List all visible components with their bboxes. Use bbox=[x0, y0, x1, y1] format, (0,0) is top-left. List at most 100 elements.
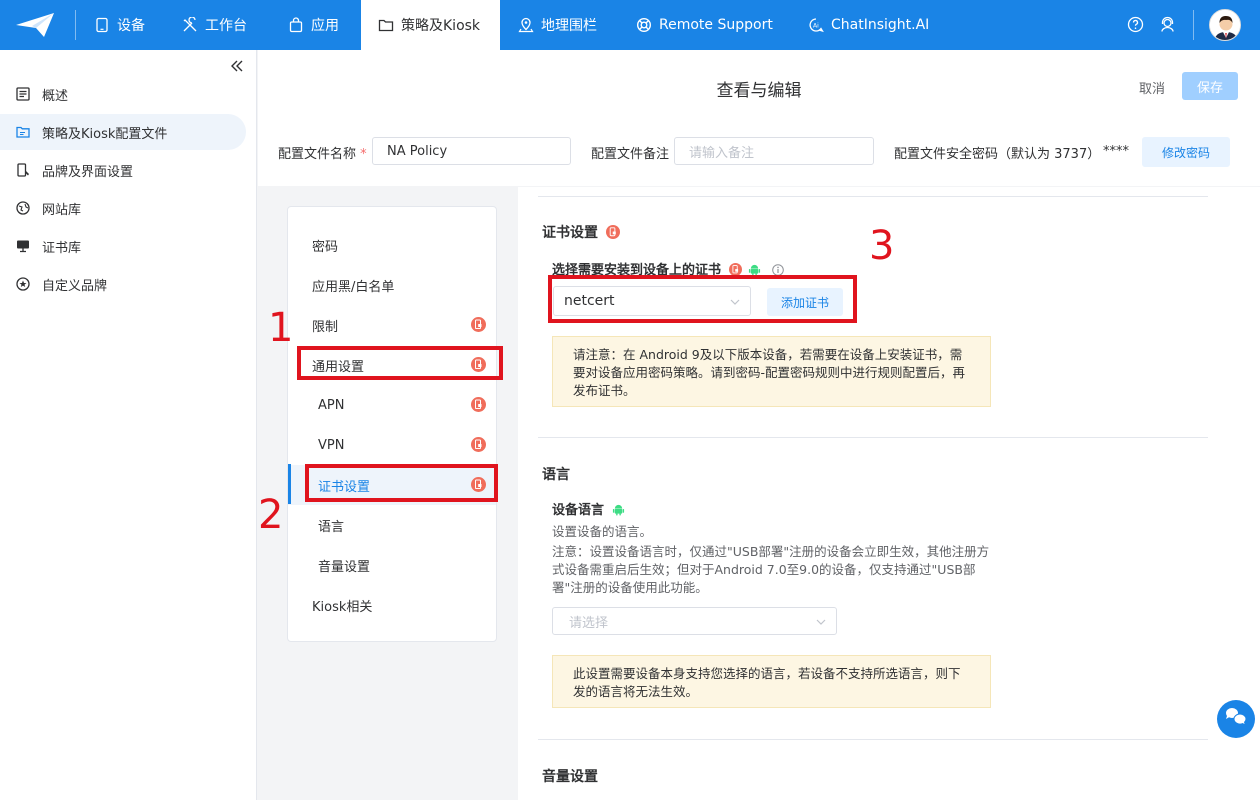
language-select-dropdown[interactable]: 请选择 bbox=[552, 607, 837, 635]
divider bbox=[538, 196, 1208, 197]
sidebar-item-branding-ui[interactable]: 品牌及界面设置 bbox=[0, 152, 246, 188]
nav-label: 设备 bbox=[117, 18, 145, 34]
device-lock-badge-icon bbox=[605, 225, 620, 239]
lifebuoy-icon bbox=[636, 17, 652, 33]
nav-label: ChatInsight.AI bbox=[831, 17, 930, 33]
globe-icon bbox=[16, 201, 30, 215]
sidebar-item-cert-library[interactable]: 证书库 bbox=[0, 228, 246, 264]
profile-name-label: 配置文件名称 * bbox=[278, 147, 367, 162]
password-mask: **** bbox=[1103, 144, 1129, 159]
annotation-number-1: 1 bbox=[268, 305, 294, 351]
sidebar-item-label: 品牌及界面设置 bbox=[42, 164, 134, 180]
tablet-icon bbox=[96, 17, 108, 33]
nav-chatinsight[interactable]: Ai ChatInsight.AI bbox=[808, 0, 929, 50]
chat-support-button[interactable] bbox=[1217, 700, 1255, 738]
sidebar-item-label: 证书库 bbox=[42, 240, 82, 256]
profile-password-label: 配置文件安全密码（默认为 3737） bbox=[894, 147, 1101, 162]
menu-item-kiosk[interactable]: Kiosk相关 bbox=[288, 585, 496, 625]
folder-policy-icon bbox=[16, 126, 30, 138]
chat-ai-icon: Ai bbox=[809, 18, 824, 33]
cert-section-title: 证书设置 bbox=[542, 222, 620, 242]
annotation-number-2: 2 bbox=[258, 492, 284, 538]
menu-item-label: 语言 bbox=[318, 519, 345, 535]
nav-workbench[interactable]: 工作台 bbox=[182, 0, 247, 50]
sidebar-item-label: 网站库 bbox=[42, 202, 82, 218]
app-logo-icon[interactable] bbox=[14, 9, 58, 41]
nav-apps[interactable]: 应用 bbox=[288, 0, 339, 50]
menu-item-restrictions[interactable]: 限制 bbox=[288, 305, 496, 345]
menu-item-label: Kiosk相关 bbox=[312, 599, 373, 615]
language-select-placeholder: 请选择 bbox=[569, 615, 609, 631]
map-pin-icon bbox=[518, 17, 534, 33]
menu-item-volume-settings[interactable]: 音量设置 bbox=[288, 545, 496, 585]
divider bbox=[538, 739, 1208, 740]
profile-note-input[interactable]: 请输入备注 bbox=[674, 137, 874, 165]
sidebar-item-policy-profiles[interactable]: 策略及Kiosk配置文件 bbox=[0, 114, 246, 150]
android-icon bbox=[612, 504, 624, 516]
menu-item-language[interactable]: 语言 bbox=[288, 505, 496, 545]
annotation-box-certificate-settings bbox=[305, 464, 498, 502]
device-lock-badge-icon bbox=[471, 317, 486, 332]
language-note: 注意：设置设备语言时，仅通过"USB部署"注册的设备会立即生效，其他注册方式设备… bbox=[552, 544, 990, 595]
divider bbox=[538, 437, 1208, 438]
nav-remote-support[interactable]: Remote Support bbox=[636, 0, 773, 50]
help-icon[interactable] bbox=[1127, 16, 1144, 33]
policy-menu: 密码 应用黑/白名单 限制 通用设置 APN VPN 证书设置 语言 音量设置 … bbox=[287, 206, 497, 642]
save-button[interactable]: 保存 bbox=[1182, 72, 1238, 100]
device-language-label: 设备语言 bbox=[552, 499, 625, 518]
volume-section-title: 音量设置 bbox=[542, 769, 598, 785]
cancel-button[interactable]: 取消 bbox=[1139, 78, 1165, 97]
nav-label: 工作台 bbox=[205, 18, 247, 34]
menu-item-app-blacklist-whitelist[interactable]: 应用黑/白名单 bbox=[288, 265, 496, 305]
page-title: 查看与编辑 bbox=[716, 81, 802, 101]
profile-note-label: 配置文件备注 bbox=[591, 147, 670, 162]
folder-icon bbox=[378, 19, 394, 32]
top-navigation-bar: 设备 工作台 应用 策略及Kiosk 地理围栏 Remote Support A… bbox=[0, 0, 1260, 50]
nav-label: 地理围栏 bbox=[541, 18, 597, 34]
monitor-icon bbox=[17, 240, 29, 253]
sidebar: 概述 策略及Kiosk配置文件 品牌及界面设置 网站库 证书库 自定义品牌 bbox=[0, 50, 257, 800]
menu-item-apn[interactable]: APN bbox=[288, 385, 496, 425]
phone-brush-icon bbox=[17, 163, 29, 177]
chevron-down-icon bbox=[816, 619, 826, 625]
menu-item-label: 限制 bbox=[312, 319, 339, 335]
collapse-double-chevron-icon[interactable] bbox=[229, 58, 245, 74]
sidebar-item-label: 策略及Kiosk配置文件 bbox=[42, 126, 168, 142]
menu-item-vpn[interactable]: VPN bbox=[288, 425, 496, 465]
change-password-button[interactable]: 修改密码 bbox=[1142, 137, 1230, 167]
menu-item-label: 密码 bbox=[312, 239, 339, 255]
menu-item-label: VPN bbox=[318, 437, 345, 453]
support-agent-icon[interactable] bbox=[1159, 16, 1176, 33]
menu-item-password[interactable]: 密码 bbox=[288, 225, 496, 265]
sidebar-item-website-library[interactable]: 网站库 bbox=[0, 190, 246, 226]
sidebar-item-label: 概述 bbox=[42, 88, 69, 104]
nav-policy-kiosk[interactable]: 策略及Kiosk bbox=[361, 0, 500, 50]
menu-item-label: 应用黑/白名单 bbox=[312, 279, 395, 295]
svg-text:Ai: Ai bbox=[813, 23, 819, 30]
nav-geofence[interactable]: 地理围栏 bbox=[518, 0, 597, 50]
menu-item-label: 音量设置 bbox=[318, 559, 371, 575]
menu-item-label: APN bbox=[318, 397, 345, 413]
annotation-number-3: 3 bbox=[869, 223, 895, 269]
annotation-box-add-certificate bbox=[548, 275, 857, 323]
active-menu-indicator bbox=[288, 464, 291, 504]
avatar[interactable] bbox=[1209, 9, 1241, 41]
sidebar-item-custom-brand[interactable]: 自定义品牌 bbox=[0, 266, 246, 302]
nav-label: Remote Support bbox=[659, 17, 773, 33]
bag-icon bbox=[289, 17, 303, 33]
device-lock-badge-icon bbox=[471, 397, 486, 412]
nav-label: 策略及Kiosk bbox=[401, 18, 481, 34]
language-notice: 此设置需要设备本身支持您选择的语言，若设备不支持所选语言，则下发的语言将无法生效… bbox=[552, 655, 991, 708]
nav-devices[interactable]: 设备 bbox=[94, 0, 145, 50]
language-section-title: 语言 bbox=[542, 467, 570, 483]
nav-label: 应用 bbox=[311, 18, 339, 34]
user-avatar-icon bbox=[1210, 10, 1240, 40]
sidebar-item-label: 自定义品牌 bbox=[42, 278, 108, 294]
profile-name-input[interactable]: NA Policy bbox=[372, 137, 571, 165]
cert-notice: 请注意：在 Android 9及以下版本设备，若需要在设备上安装证书，需要对设备… bbox=[552, 336, 991, 407]
language-description: 设置设备的语言。 bbox=[552, 524, 653, 539]
device-lock-badge-icon bbox=[471, 437, 486, 452]
sidebar-item-overview[interactable]: 概述 bbox=[0, 76, 246, 112]
star-circle-icon bbox=[16, 277, 30, 291]
annotation-box-general-settings bbox=[297, 346, 503, 380]
